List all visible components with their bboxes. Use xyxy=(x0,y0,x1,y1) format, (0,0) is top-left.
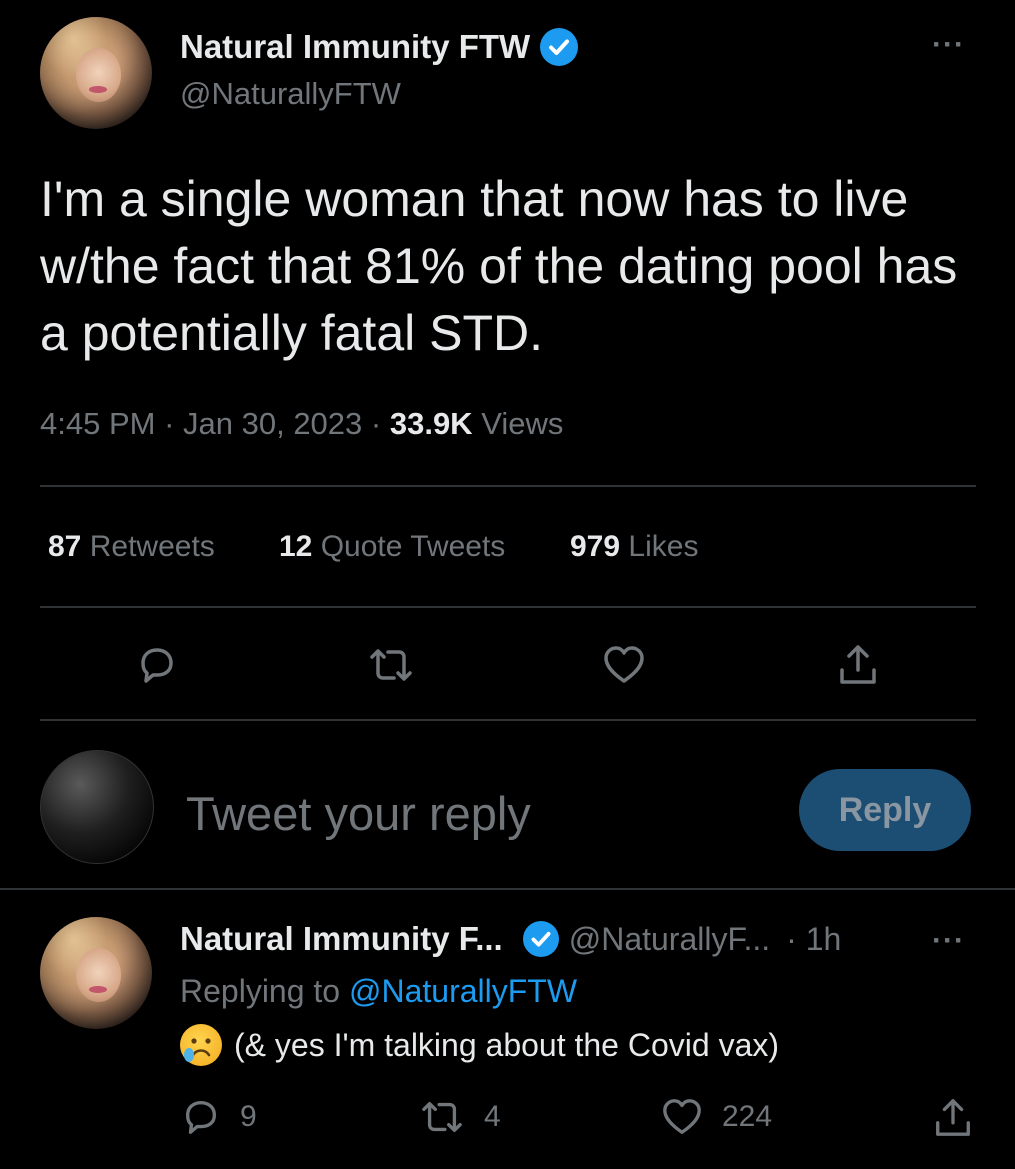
more-icon[interactable]: ··· xyxy=(932,28,965,62)
tweet-meta: 4:45 PM · Jan 30, 2023 · 33.9K Views xyxy=(40,406,563,442)
quotes-stat[interactable]: 12 Quote Tweets xyxy=(279,530,505,564)
verified-badge-icon xyxy=(522,921,559,957)
replying-to: Replying to @NaturallyFTW xyxy=(180,973,577,1010)
reply-share-button[interactable] xyxy=(932,1096,974,1145)
quotes-label: Quote Tweets xyxy=(320,530,506,563)
reply-author-handle[interactable]: @NaturallyF... xyxy=(569,921,770,958)
tweet-date[interactable]: Jan 30, 2023 xyxy=(183,406,362,441)
tweet-text: I'm a single woman that now has to live … xyxy=(40,171,958,361)
reply-count: 9 xyxy=(240,1100,257,1133)
divider xyxy=(40,719,976,721)
tweet-time[interactable]: 4:45 PM xyxy=(40,406,155,441)
divider xyxy=(40,606,976,608)
reply-header: Natural Immunity F... @NaturallyF... · 1… xyxy=(180,920,841,958)
retweet-icon xyxy=(422,1101,462,1133)
retweet-icon xyxy=(370,649,412,681)
reply-comment-button[interactable]: 9 xyxy=(180,1096,257,1138)
reply-more-icon[interactable]: ··· xyxy=(932,924,965,958)
heart-icon xyxy=(604,646,644,683)
replying-prefix: Replying to xyxy=(180,973,341,1009)
share-icon xyxy=(936,1099,970,1136)
like-button[interactable] xyxy=(599,640,649,690)
retweets-count: 87 xyxy=(48,530,82,563)
reply-text-row: (& yes I'm talking about the Covid vax) xyxy=(180,1024,779,1066)
author-avatar[interactable] xyxy=(40,17,152,129)
reply-submit-button[interactable]: Reply xyxy=(799,769,971,851)
comment-button[interactable] xyxy=(132,640,182,690)
heart-icon xyxy=(663,1099,701,1134)
comment-icon xyxy=(141,648,173,683)
divider xyxy=(0,888,1015,890)
reply-input[interactable]: Tweet your reply xyxy=(186,786,531,841)
author-name[interactable]: Natural Immunity FTW xyxy=(180,28,530,66)
reply-retweet-button[interactable]: 4 xyxy=(418,1096,501,1138)
reply-like-button[interactable]: 224 xyxy=(660,1096,772,1138)
retweets-stat[interactable]: 87 Retweets xyxy=(48,530,215,564)
replying-handle-link[interactable]: @NaturallyFTW xyxy=(349,973,577,1009)
author-handle[interactable]: @NaturallyFTW xyxy=(180,76,401,112)
retweet-count: 4 xyxy=(484,1100,501,1133)
views-label: Views xyxy=(481,406,564,441)
quotes-count: 12 xyxy=(279,530,313,563)
retweet-button[interactable] xyxy=(366,640,416,690)
views-count: 33.9K xyxy=(389,406,473,441)
reply-age[interactable]: · 1h xyxy=(786,921,841,958)
likes-stat[interactable]: 979 Likes xyxy=(570,530,698,564)
composer-avatar[interactable] xyxy=(40,750,154,864)
reply-author-avatar[interactable] xyxy=(40,917,152,1029)
retweets-label: Retweets xyxy=(89,530,215,563)
comment-icon xyxy=(185,1101,217,1134)
reply-author-name[interactable]: Natural Immunity F... xyxy=(180,920,503,958)
share-button[interactable] xyxy=(833,640,883,690)
verified-badge-icon xyxy=(540,28,579,66)
likes-label: Likes xyxy=(628,530,699,563)
likes-count: 979 xyxy=(570,530,621,563)
reply-text: (& yes I'm talking about the Covid vax) xyxy=(234,1026,780,1063)
meta-separator: · xyxy=(164,406,184,441)
meta-separator: · xyxy=(370,406,390,441)
like-count: 224 xyxy=(722,1100,773,1133)
share-icon xyxy=(840,645,876,684)
author-name-row: Natural Immunity FTW xyxy=(180,28,579,66)
crying-face-icon xyxy=(180,1024,222,1066)
divider xyxy=(40,485,976,487)
